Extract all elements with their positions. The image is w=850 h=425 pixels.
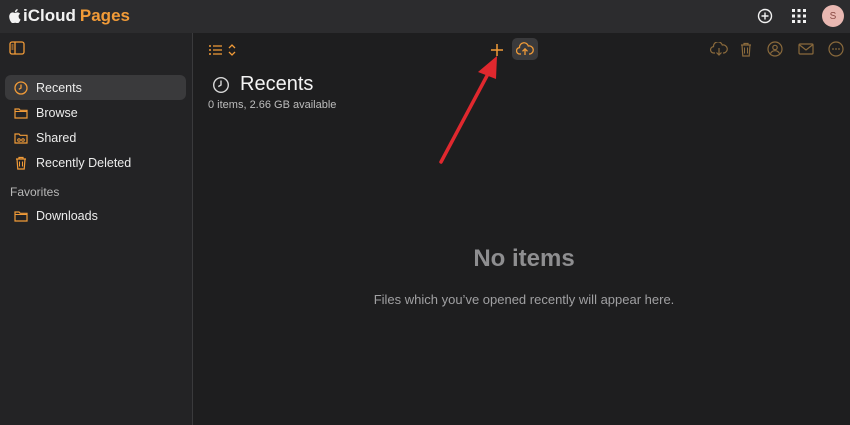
sidebar-item-label: Recently Deleted <box>36 155 132 170</box>
shared-folder-icon <box>14 132 28 144</box>
apple-logo-icon <box>9 9 21 23</box>
top-bar: iCloud Pages S <box>0 0 850 33</box>
sidebar-item-downloads[interactable]: Downloads <box>5 203 186 228</box>
main-content: Recents 0 items, 2.66 GB available No it… <box>194 33 850 425</box>
delete-button[interactable] <box>737 40 755 58</box>
sidebar-item-label: Shared <box>36 130 77 145</box>
brand-icloud: iCloud <box>23 6 76 25</box>
sidebar-item-recently-deleted[interactable]: Recently Deleted <box>5 150 186 175</box>
empty-state-title: No items <box>473 245 575 272</box>
sidebar-item-label: Recents <box>36 80 82 95</box>
plus-icon <box>491 44 503 56</box>
user-avatar[interactable]: S <box>822 5 844 27</box>
trash-icon <box>741 42 751 57</box>
folder-icon <box>14 107 28 119</box>
app-brand[interactable]: iCloud Pages <box>9 6 130 26</box>
add-button[interactable] <box>486 39 508 61</box>
view-options-button[interactable] <box>208 41 242 59</box>
list-sort-icon <box>209 44 236 56</box>
sidebar-item-recents[interactable]: Recents <box>5 75 186 100</box>
person-add-icon <box>767 41 783 57</box>
download-button[interactable] <box>709 40 729 58</box>
sidebar: Recents Browse Shared Recently Deleted F… <box>0 33 193 425</box>
upload-button[interactable] <box>512 38 538 60</box>
sidebar-item-label: Downloads <box>36 208 98 223</box>
email-button[interactable] <box>796 40 816 58</box>
empty-state-subtitle: Files which you’ve opened recently will … <box>373 292 675 307</box>
trash-icon <box>16 156 26 170</box>
ellipsis-circle-icon <box>828 41 844 57</box>
brand-pages: Pages <box>79 6 130 25</box>
more-options-button[interactable] <box>826 39 846 59</box>
sidebar-item-shared[interactable]: Shared <box>5 125 186 150</box>
add-circle-icon[interactable] <box>754 5 776 27</box>
sidebar-item-browse[interactable]: Browse <box>5 100 186 125</box>
sidebar-toggle-icon[interactable] <box>9 41 25 55</box>
folder-icon <box>14 210 28 222</box>
sidebar-item-label: Browse <box>36 105 78 120</box>
clock-icon <box>212 76 230 94</box>
favorites-heading: Favorites <box>10 185 60 199</box>
cloud-upload-icon <box>516 42 534 55</box>
storage-info: 0 items, 2.66 GB available <box>208 99 337 111</box>
clock-icon <box>14 80 28 95</box>
envelope-icon <box>798 43 814 55</box>
sidebar-nav: Recents Browse Shared Recently Deleted <box>5 75 186 175</box>
cloud-download-icon <box>710 42 728 56</box>
share-collaborate-button[interactable] <box>764 40 786 58</box>
page-title: Recents <box>240 73 314 95</box>
favorites-list: Downloads <box>5 203 186 228</box>
app-grid-icon[interactable] <box>788 5 810 27</box>
